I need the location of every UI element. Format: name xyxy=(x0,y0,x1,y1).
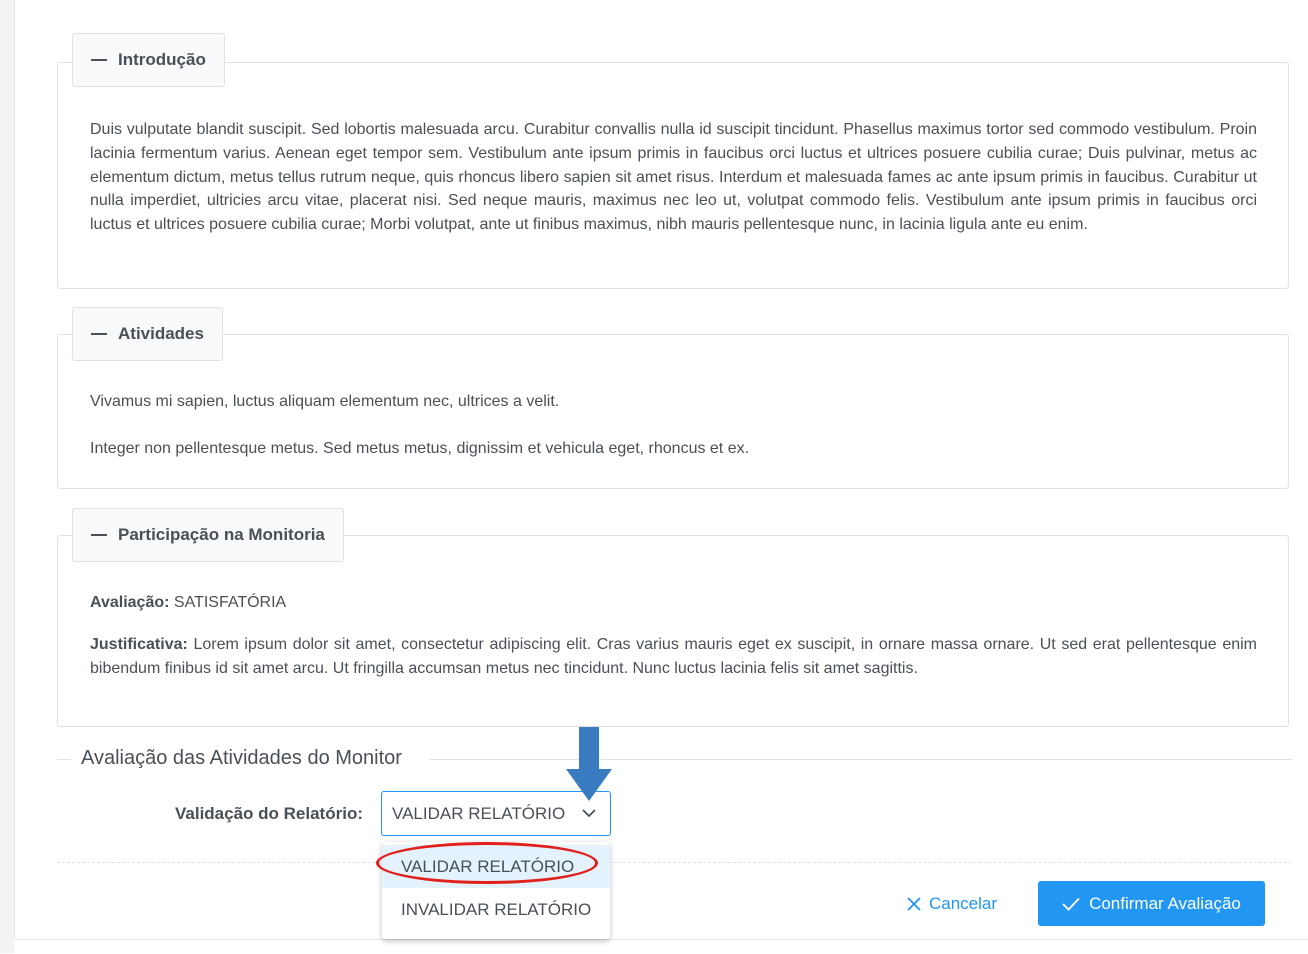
atividades-text: Vivamus mi sapien, luctus aliquam elemen… xyxy=(90,390,1257,461)
fieldset-introducao: Introdução Duis vulputate blandit suscip… xyxy=(57,33,1289,289)
participacao-text: Avaliação: SATISFATÓRIA Justificativa: L… xyxy=(90,591,1257,680)
introducao-paragraph: Duis vulputate blandit suscipit. Sed lob… xyxy=(90,121,1257,234)
highlight-ring xyxy=(376,842,598,884)
avaliacao-line: Avaliação: SATISFATÓRIA xyxy=(90,591,1257,615)
atividades-paragraph: Integer non pellentesque metus. Sed metu… xyxy=(90,439,750,457)
chevron-down-icon[interactable] xyxy=(581,805,597,826)
fieldset-participacao: Participação na Monitoria Avaliação: SAT… xyxy=(57,508,1289,727)
minus-icon xyxy=(91,534,107,536)
evaluation-section-header: Avaliação das Atividades do Monitor xyxy=(57,747,1292,773)
justificativa-label: Justificativa: xyxy=(90,635,188,653)
legend-atividades[interactable]: Atividades xyxy=(72,307,223,361)
down-arrow-icon xyxy=(566,727,612,801)
minus-icon xyxy=(91,333,107,335)
panel-bottom-edge xyxy=(14,939,1308,954)
confirm-button[interactable]: Confirmar Avaliação xyxy=(1038,881,1265,926)
check-icon xyxy=(1062,897,1080,911)
legend-label: Atividades xyxy=(118,324,204,343)
justificativa-value: Lorem ipsum dolor sit amet, consectetur … xyxy=(90,635,1257,677)
footer-divider xyxy=(57,862,1292,863)
close-icon xyxy=(907,897,921,911)
confirm-label: Confirmar Avaliação xyxy=(1089,893,1241,913)
avaliacao-label: Avaliação: xyxy=(90,594,170,611)
legend-label: Participação na Monitoria xyxy=(118,525,325,544)
avaliacao-value: SATISFATÓRIA xyxy=(173,594,287,611)
legend-introducao[interactable]: Introdução xyxy=(72,33,225,87)
option-label: INVALIDAR RELATÓRIO xyxy=(401,900,592,919)
validacao-label: Validação do Relatório: xyxy=(175,804,363,823)
divider xyxy=(429,759,1292,760)
legend-participacao[interactable]: Participação na Monitoria xyxy=(72,508,344,562)
cancel-button[interactable]: Cancelar xyxy=(897,882,1012,926)
fieldset-atividades: Atividades Vivamus mi sapien, luctus ali… xyxy=(57,307,1289,489)
page-left-rail xyxy=(0,0,14,953)
atividades-paragraph: Vivamus mi sapien, luctus aliquam elemen… xyxy=(90,393,560,410)
cancel-label: Cancelar xyxy=(929,894,998,913)
introducao-text: Duis vulputate blandit suscipit. Sed lob… xyxy=(90,118,1257,237)
panel-edge xyxy=(14,0,15,940)
option-invalidar[interactable]: INVALIDAR RELATÓRIO xyxy=(382,888,610,931)
divider xyxy=(57,759,71,760)
minus-icon xyxy=(91,59,107,61)
legend-label: Introdução xyxy=(118,50,206,69)
justificativa-line: Justificativa: Lorem ipsum dolor sit ame… xyxy=(90,633,1257,681)
evaluation-title: Avaliação das Atividades do Monitor xyxy=(81,747,402,769)
select-value: VALIDAR RELATÓRIO xyxy=(392,804,566,823)
